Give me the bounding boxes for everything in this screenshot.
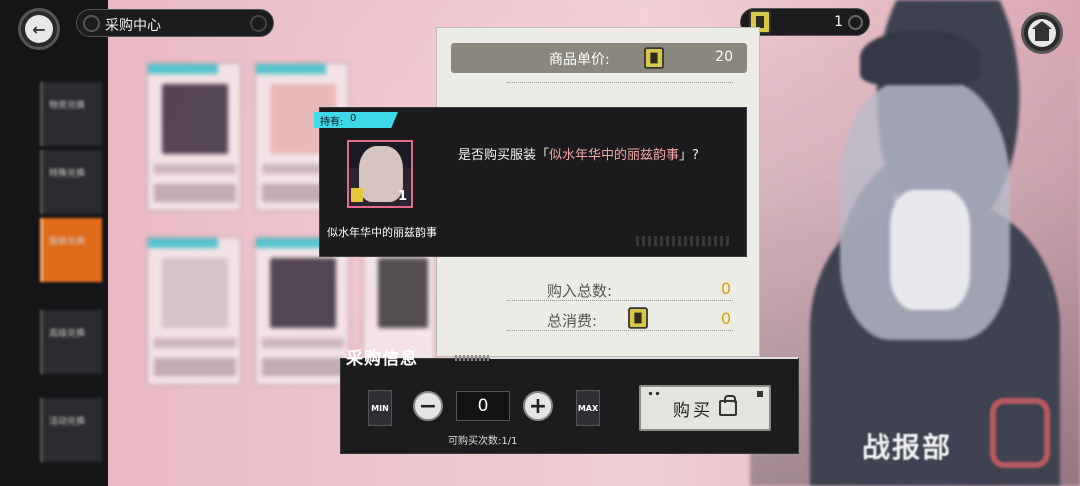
confirm-dialog: 持有: 0 1 似水年华中的丽兹韵事 是否购买服装「似水年华中的丽兹韵事」?: [314, 107, 747, 257]
sidebar-item-special[interactable]: 特殊兑换: [40, 150, 102, 214]
home-button[interactable]: [1021, 12, 1063, 54]
buy-label: 购买: [673, 400, 713, 421]
decoration: [757, 391, 763, 397]
sidebar-item-advanced[interactable]: 高级兑换: [40, 310, 102, 374]
divider: [490, 357, 798, 359]
total-cost-label: 总消费:: [547, 312, 598, 330]
item-thumbnail: 1: [347, 140, 413, 208]
item-name-highlight: 似水年华中的丽兹韵事: [549, 148, 680, 163]
back-arrow-icon: ←: [25, 15, 53, 43]
purchase-times-label: 可购买次数:1/1: [448, 436, 518, 447]
decoration: [455, 355, 489, 361]
decoration: [636, 236, 732, 246]
item-count: 1: [397, 189, 407, 204]
buy-button[interactable]: 购买: [639, 385, 771, 431]
unit-price-label: 商品单价:: [549, 52, 610, 68]
currency-amount: 1: [834, 14, 843, 30]
sidebar-item-costume[interactable]: 服装兑换: [40, 218, 102, 282]
rank-badge-icon: [351, 188, 363, 202]
gear-icon: [848, 15, 863, 30]
shopping-bag-icon: [719, 395, 737, 416]
owned-tag: 持有: 0: [314, 112, 398, 128]
unit-price-row: 商品单价: 20: [451, 43, 747, 73]
owned-label: 持有:: [320, 117, 344, 128]
sidebar: 物资兑换 特殊兑换 服装兑换 高级兑换 活动兑换: [0, 0, 108, 486]
min-button[interactable]: MIN: [368, 390, 392, 426]
quantity-field[interactable]: 0: [456, 391, 510, 421]
unit-price-value: 20: [715, 49, 733, 65]
total-buy-label: 购入总数:: [547, 282, 613, 300]
purchase-info-title: 采购信息: [346, 349, 418, 369]
divider: [507, 300, 733, 301]
back-button[interactable]: ←: [18, 8, 60, 50]
shop-card[interactable]: [254, 236, 350, 386]
faction-label: 战报部: [862, 431, 953, 464]
page-title: 采购中心: [105, 18, 161, 34]
item-name: 似水年华中的丽兹韵事: [327, 226, 437, 239]
total-cost-row: 总消费: 0: [507, 307, 737, 330]
total-buy-value: 0: [720, 279, 731, 298]
confirm-question: 是否购买服装「似水年华中的丽兹韵事」?: [458, 148, 699, 163]
token-icon: [628, 307, 648, 329]
home-icon: [1032, 21, 1052, 41]
minus-button[interactable]: −: [413, 391, 443, 421]
divider: [507, 82, 733, 83]
token-icon: [644, 47, 664, 69]
shop-card[interactable]: [146, 62, 242, 212]
sidebar-item-event[interactable]: 活动兑换: [40, 398, 102, 462]
decoration: [647, 391, 661, 396]
gear-icon: [250, 15, 267, 32]
owned-count: 0: [350, 113, 357, 124]
shop-card[interactable]: [146, 236, 242, 386]
divider: [507, 330, 733, 331]
sidebar-item-supplies[interactable]: 物资兑换: [40, 82, 102, 146]
faction-emblem: [990, 398, 1050, 468]
plus-button[interactable]: +: [523, 391, 553, 421]
total-cost-value: 0: [720, 309, 731, 328]
total-buy-row: 购入总数: 0: [507, 278, 737, 300]
page-title-bar: 采购中心: [76, 9, 274, 37]
max-button[interactable]: MAX: [576, 390, 600, 426]
gear-icon: [83, 15, 100, 32]
